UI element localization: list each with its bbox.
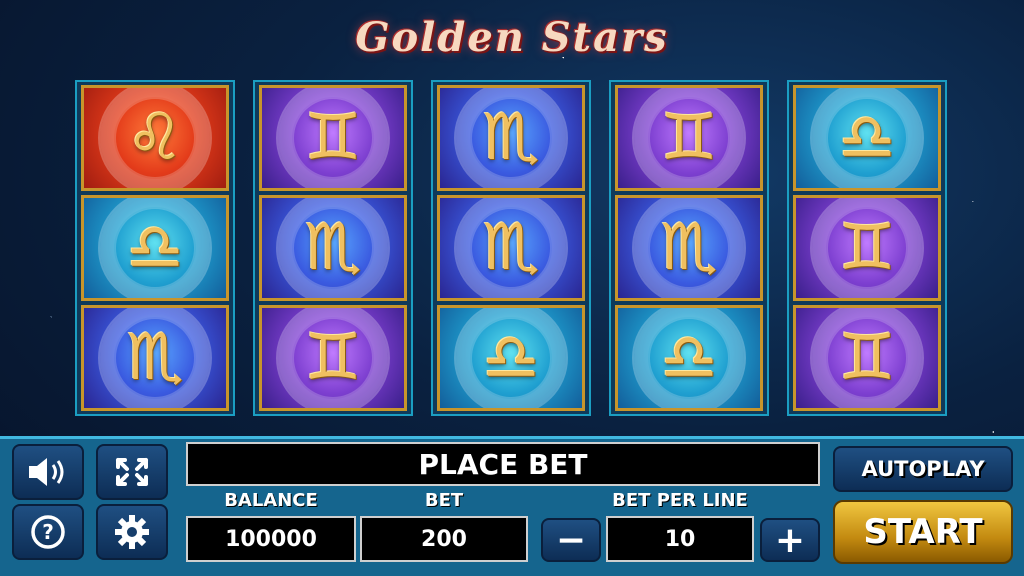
reel-4: ♊ ♏ ♎ xyxy=(609,80,769,416)
reel-cell-gemini: ♊ xyxy=(259,305,407,411)
decrease-bet-button[interactable]: − xyxy=(541,518,601,562)
reel-cell-libra: ♎ xyxy=(437,305,585,411)
svg-text:?: ? xyxy=(42,520,54,544)
status-message: PLACE BET xyxy=(186,442,820,486)
reel-cell-gemini: ♊ xyxy=(259,85,407,191)
reel-cell-libra: ♎ xyxy=(793,85,941,191)
gear-icon xyxy=(115,515,149,549)
help-button[interactable]: ? xyxy=(12,504,84,560)
libra-icon: ♎ xyxy=(838,101,896,175)
reel-cell-libra: ♎ xyxy=(615,305,763,411)
libra-icon: ♎ xyxy=(126,211,184,285)
bet-per-line-value: 10 xyxy=(606,516,754,562)
leo-icon: ♌ xyxy=(126,101,184,175)
fullscreen-icon xyxy=(116,458,148,486)
sound-button[interactable] xyxy=(12,444,84,500)
settings-button[interactable] xyxy=(96,504,168,560)
reel-cell-scorpio: ♏ xyxy=(437,195,585,301)
scorpio-icon: ♏ xyxy=(482,211,540,285)
scorpio-icon: ♏ xyxy=(304,211,362,285)
start-button[interactable]: START xyxy=(833,500,1013,564)
speaker-icon xyxy=(29,458,64,486)
gemini-icon: ♊ xyxy=(838,211,896,285)
scorpio-icon: ♏ xyxy=(482,101,540,175)
libra-icon: ♎ xyxy=(660,321,718,395)
reel-cell-gemini: ♊ xyxy=(793,195,941,301)
autoplay-button[interactable]: AUTOPLAY xyxy=(833,446,1013,492)
fullscreen-button[interactable] xyxy=(96,444,168,500)
scorpio-icon: ♏ xyxy=(660,211,718,285)
gemini-icon: ♊ xyxy=(304,321,362,395)
help-icon: ? xyxy=(31,515,65,549)
reel-cell-scorpio: ♏ xyxy=(259,195,407,301)
balance-value: 100000 xyxy=(186,516,356,562)
reel-cell-gemini: ♊ xyxy=(793,305,941,411)
bet-per-line-label: BET PER LINE xyxy=(612,490,748,511)
gemini-icon: ♊ xyxy=(660,101,718,175)
reel-5: ♎ ♊ ♊ xyxy=(787,80,947,416)
gemini-icon: ♊ xyxy=(304,101,362,175)
game-title: Golden Stars xyxy=(355,14,669,61)
reel-cell-gemini: ♊ xyxy=(615,85,763,191)
balance-label: BALANCE xyxy=(224,490,318,511)
gemini-icon: ♊ xyxy=(838,321,896,395)
reel-cell-scorpio: ♏ xyxy=(81,305,229,411)
reel-2: ♊ ♏ ♊ xyxy=(253,80,413,416)
scorpio-icon: ♏ xyxy=(126,321,184,395)
reel-cell-leo: ♌ xyxy=(81,85,229,191)
reel-cell-scorpio: ♏ xyxy=(615,195,763,301)
bet-value: 200 xyxy=(360,516,528,562)
reel-cell-libra: ♎ xyxy=(81,195,229,301)
reel-3: ♏ ♏ ♎ xyxy=(431,80,591,416)
libra-icon: ♎ xyxy=(482,321,540,395)
reels-area: ♌ ♎ ♏ ♊ ♏ ♊ ♏ ♏ ♎ ♊ ♏ ♎ ♎ ♊ ♊ xyxy=(75,80,955,416)
bet-label: BET xyxy=(424,490,464,511)
reel-cell-scorpio: ♏ xyxy=(437,85,585,191)
reel-1: ♌ ♎ ♏ xyxy=(75,80,235,416)
increase-bet-button[interactable]: + xyxy=(760,518,820,562)
